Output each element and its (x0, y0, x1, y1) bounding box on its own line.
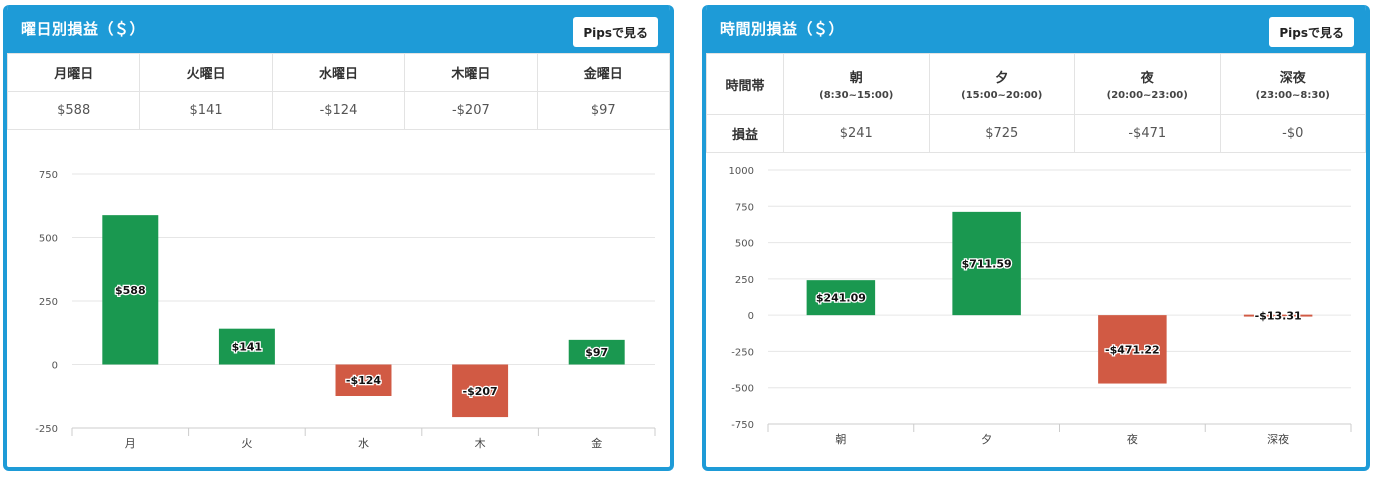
y-tick-label: 250 (39, 297, 58, 308)
bar-data-label: -$13.31 (1255, 310, 1302, 323)
table-header-cell: 火曜日 (139, 53, 273, 92)
view-pips-button[interactable]: Pipsで見る (573, 17, 658, 47)
day-stats-table: 月曜日 火曜日 水曜日 木曜日 金曜日 $588 $141 -$124 -$20… (7, 53, 670, 130)
x-category-label: 木 (475, 437, 486, 450)
table-value-cell: $241 (783, 114, 930, 153)
bar-data-label: -$207 (463, 385, 498, 398)
x-category-label: 月 (125, 437, 136, 450)
table-value-cell: -$0 (1219, 114, 1366, 153)
time-stats-table: 時間帯 朝 (8:30~15:00) 夕 (15:00~20:00) 夜 (20:00… (706, 53, 1366, 153)
table-value-cell: $97 (536, 91, 670, 130)
x-category-label: 朝 (835, 433, 846, 446)
table-header-cell: 夜 (20:00~23:00) (1074, 53, 1221, 115)
table-header-cell: 夕 (15:00~20:00) (928, 53, 1075, 115)
y-tick-label: 750 (735, 202, 754, 213)
bar-data-label: $241.09 (816, 292, 866, 305)
y-tick-label: 250 (735, 275, 754, 286)
table-header-cell: 木曜日 (404, 53, 538, 92)
time-band-range: (20:00~23:00) (1106, 90, 1188, 101)
panel-header: 時間別損益（＄） Pipsで見る (706, 5, 1366, 53)
y-tick-label: 1000 (729, 166, 754, 177)
x-category-label: 夜 (1127, 432, 1138, 446)
y-tick-label: -250 (35, 424, 58, 435)
x-category-label: 金 (591, 436, 602, 450)
bar-data-label: $711.59 (962, 258, 1012, 271)
time-of-day-panel: 時間別損益（＄） Pipsで見る 時間帯 朝 (8:30~15:00) 夕 (15:… (702, 5, 1370, 471)
day-of-week-panel: 曜日別損益（＄） Pipsで見る 月曜日 火曜日 水曜日 木曜日 金曜日 $58… (3, 5, 674, 471)
day-pl-chart: 750 500 250 0 -250 $588 月 $141 火 -$124 水 -$207 木 $97 金 (35, 170, 656, 450)
table-header-cell: 金曜日 (536, 53, 670, 92)
row-header-time-band: 時間帯 (706, 53, 784, 115)
x-category-label: 深夜 (1267, 432, 1289, 446)
time-band-name: 朝 (849, 71, 863, 86)
y-tick-label: -750 (731, 420, 754, 431)
table-header-cell: 水曜日 (271, 53, 406, 92)
panel-title: 時間別損益（＄） (720, 20, 845, 38)
time-band-name: 夜 (1140, 71, 1154, 86)
table-value-cell: -$207 (404, 91, 538, 130)
time-band-range: (15:00~20:00) (961, 90, 1043, 101)
table-header-cell: 朝 (8:30~15:00) (783, 53, 930, 115)
time-band-name: 夕 (995, 71, 1009, 86)
table-value-cell: $588 (7, 91, 141, 130)
time-band-name: 深夜 (1279, 71, 1306, 86)
view-pips-button[interactable]: Pipsで見る (1269, 17, 1354, 47)
x-category-label: 火 (241, 437, 252, 450)
table-value-cell: -$124 (271, 91, 406, 130)
bar-data-label: $97 (585, 346, 608, 359)
panel-header: 曜日別損益（＄） Pipsで見る (7, 5, 670, 53)
table-value-cell: $141 (139, 91, 273, 130)
bar-data-label: $588 (115, 284, 146, 297)
table-value-cell: -$471 (1074, 114, 1221, 153)
bar-data-label: -$471.22 (1105, 343, 1160, 356)
y-tick-label: 500 (39, 234, 58, 245)
y-tick-label: 0 (52, 361, 58, 372)
table-header-cell: 深夜 (23:00~8:30) (1219, 53, 1366, 115)
panel-title: 曜日別損益（＄） (21, 20, 146, 38)
y-tick-label: -500 (731, 384, 754, 395)
bar-data-label: $141 (232, 341, 263, 354)
time-pl-chart: 1000 750 500 250 0 -250 -500 -750 $241.09 朝 $711.5… (729, 166, 1352, 446)
x-category-label: 夕 (981, 433, 992, 446)
bar-data-label: -$124 (346, 374, 382, 387)
time-band-range: (8:30~15:00) (819, 90, 894, 101)
row-header-pl: 損益 (706, 114, 784, 153)
y-tick-label: 750 (39, 170, 58, 181)
y-tick-label: -250 (731, 347, 754, 358)
table-header-cell: 月曜日 (7, 53, 141, 92)
y-tick-label: 500 (735, 239, 754, 250)
table-value-cell: $725 (928, 114, 1075, 153)
time-band-range: (23:00~8:30) (1255, 90, 1330, 101)
y-tick-label: 0 (748, 311, 754, 322)
x-category-label: 水 (358, 437, 369, 450)
